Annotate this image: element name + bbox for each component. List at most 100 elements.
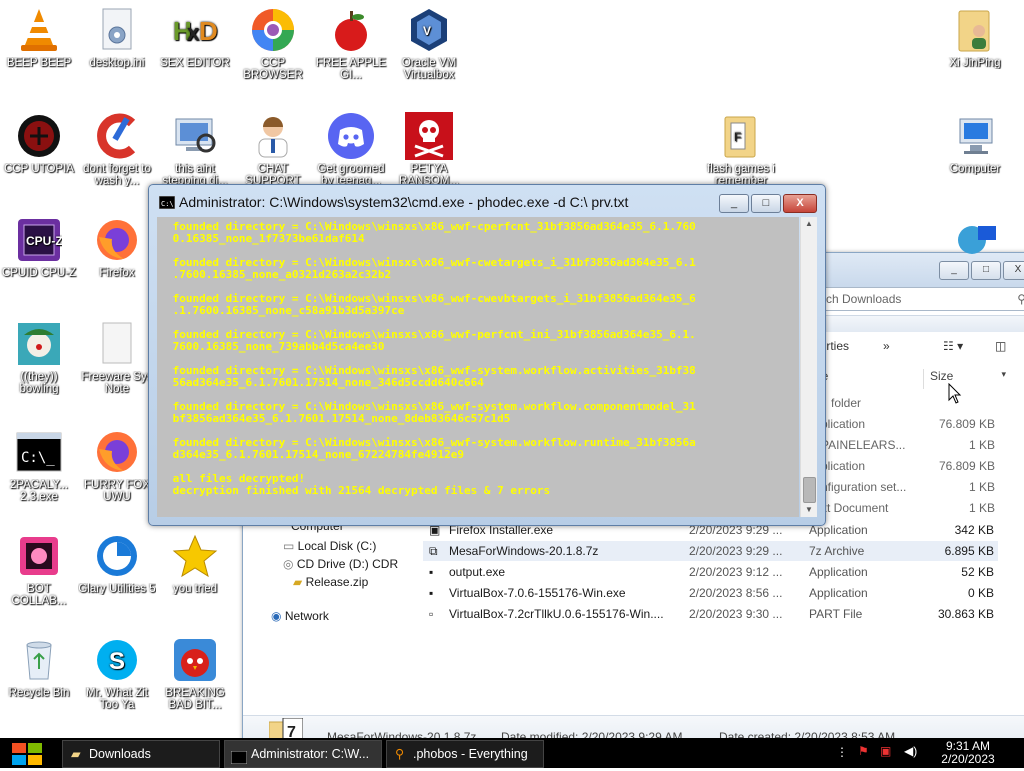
console-line: 7600.16385_none_739abb4d5ca4ee30	[166, 340, 385, 353]
desktop-icon-discord[interactable]: Get groomed by teenag...	[312, 112, 390, 187]
table-row[interactable]: ▪ VirtualBox-7.0.6-155176-Win.exe 2/20/2…	[423, 583, 998, 603]
desktop-icon-ccleaner[interactable]: dont forget to wash y...	[78, 112, 156, 187]
cd-drive-icon: ◎	[283, 557, 297, 571]
table-row[interactable]: ▪ output.exe 2/20/2023 9:12 ... Applicat…	[423, 562, 998, 582]
glary-icon	[93, 532, 141, 580]
table-row[interactable]: ▫ VirtualBox-7.2crTllkU.0.6-155176-Win..…	[423, 604, 998, 624]
support-person-icon	[249, 112, 297, 160]
preview-pane-icon[interactable]: ◫	[995, 339, 1006, 353]
drive-icon: ▭	[283, 539, 298, 553]
cmd-window[interactable]: C:\ Administrator: C:\Windows\system32\c…	[148, 184, 826, 526]
desktop-icon-ccp-utopia[interactable]: CCP UTOPIA	[0, 112, 78, 175]
search-icon: ⚲	[395, 747, 405, 761]
nav-network[interactable]: ◉ Network	[271, 609, 329, 623]
skull-icon	[405, 112, 453, 160]
clock[interactable]: 9:31 AM 2/20/2023	[932, 740, 1004, 766]
desktop-icon-xi-jinping[interactable]: Xi JinPing	[936, 6, 1014, 69]
computer-icon	[951, 112, 999, 160]
star-icon	[171, 532, 219, 580]
angry-bird-icon	[171, 636, 219, 684]
taskbar-downloads[interactable]: ▰ Downloads	[62, 740, 220, 768]
cmd-window-title: Administrator: C:\Windows\system32\cmd.e…	[179, 194, 629, 210]
column-header-size[interactable]: Size ▾	[923, 369, 1010, 389]
recycle-bin-icon	[15, 636, 63, 684]
list-item[interactable]: PAINELEARS... 1 KB	[815, 435, 995, 456]
settings-file-icon	[93, 6, 141, 54]
desktop-icon-virtualbox[interactable]: V Oracle VM Virtualbox	[390, 6, 468, 81]
svg-text:V: V	[423, 24, 431, 38]
svg-text:D: D	[199, 16, 218, 46]
search-input[interactable]: rch Downloads ⚲	[815, 287, 1024, 311]
desktop-icon-ccp-browser[interactable]: CCP BROWSER	[234, 6, 312, 81]
desktop-icon-flash-games[interactable]: F flash games i remember	[702, 112, 780, 187]
console-app-icon: C:\_	[15, 428, 63, 476]
folder-icon: F	[717, 112, 765, 160]
skype-icon: S	[93, 636, 141, 684]
taskbar-everything[interactable]: ⚲ .phobos - Everything	[386, 740, 544, 768]
desktop-icon-network-partial[interactable]	[936, 214, 1014, 265]
desktop-icon-computer-scan[interactable]: this aint stepping di...	[156, 112, 234, 187]
taskbar-cmd[interactable]: Administrator: C:\W...	[224, 740, 382, 768]
desktop-icon-you-tried[interactable]: you tried	[156, 532, 234, 595]
desktop-icon-furry-fox[interactable]: FURRY FOX UWU	[78, 428, 156, 503]
scroll-down-arrow-icon[interactable]: ▼	[801, 503, 817, 517]
cmd-maximize-button[interactable]: □	[751, 194, 781, 213]
svg-text:S: S	[109, 648, 125, 675]
list-item[interactable]: xt Document 1 KB	[815, 498, 995, 519]
desktop-icon-sex-editor[interactable]: HxD SEX EDITOR	[156, 6, 234, 69]
view-options-icon[interactable]: ☷ ▾	[943, 339, 963, 353]
clown-icon	[15, 320, 63, 368]
desktop-icon-bot-collab[interactable]: BOT COLLAB...	[0, 532, 78, 607]
svg-text:CPU-Z: CPU-Z	[26, 234, 62, 248]
desktop-icon-they-bowling[interactable]: ((they)) bowling	[0, 320, 78, 395]
desktop-icon-freeware-sys-note[interactable]: Freeware Sys Note	[78, 320, 156, 395]
desktop-icon-cpuz[interactable]: CPU-Z CPUID CPU-Z	[0, 216, 78, 279]
cmd-icon	[230, 747, 248, 767]
nav-release-zip[interactable]: ▰ Release.zip	[293, 575, 368, 589]
desktop-icon-petya[interactable]: PETYA RANSOM...	[390, 112, 468, 187]
desktop-icon-recycle-bin[interactable]: Recycle Bin	[0, 636, 78, 699]
desktop-icon-beep-beep[interactable]: BEEP BEEP	[0, 6, 78, 69]
scroll-up-arrow-icon[interactable]: ▲	[801, 217, 817, 231]
pink-box-icon	[15, 532, 63, 580]
desktop-icon-free-apple[interactable]: FREE APPLE GI...	[312, 6, 390, 81]
action-center-flag-icon[interactable]: ⚑	[858, 744, 869, 758]
cmd-minimize-button[interactable]: _	[719, 194, 749, 213]
desktop-icon-glary[interactable]: Glary Utilities 5	[78, 532, 156, 595]
svg-text:C:\: C:\	[161, 200, 174, 208]
table-row[interactable]: ⧉ MesaForWindows-20.1.8.7z 2/20/2023 9:2…	[423, 541, 998, 561]
mouse-cursor-icon	[948, 382, 962, 408]
desktop-icon-2pacaly[interactable]: C:\_ 2PACALY... 2.3.exe	[0, 428, 78, 503]
list-item[interactable]: plication 76.809 KB	[815, 456, 995, 477]
nav-cd-drive[interactable]: ◎ CD Drive (D:) CDR	[283, 557, 398, 571]
desktop-icon-firefox[interactable]: Firefox	[78, 216, 156, 279]
more-commands-button[interactable]: »	[883, 339, 890, 353]
cmd-close-button[interactable]: X	[783, 194, 817, 213]
list-item[interactable]: plication 76.809 KB	[815, 414, 995, 435]
list-item[interactable]: nfiguration set... 1 KB	[815, 477, 995, 498]
firefox-icon	[93, 428, 141, 476]
console-line: d364e35_6.1.7601.17514_none_67224784fe49…	[166, 448, 465, 461]
network-error-icon[interactable]: ▣	[880, 744, 891, 758]
user-folder-icon	[951, 6, 999, 54]
application-icon: ▪	[429, 565, 434, 579]
desktop-icon-chat-support[interactable]: CHAT SUPPORT	[234, 112, 312, 187]
console-output[interactable]: founded directory = C:\Windows\winsxs\x8…	[157, 217, 799, 517]
zip-folder-icon: ▰	[293, 575, 306, 589]
scroll-thumb[interactable]	[803, 477, 816, 503]
list-item[interactable]: folder	[815, 393, 995, 414]
start-button[interactable]	[10, 740, 44, 771]
desktop-icon-breaking-bad[interactable]: BREAKING BAD BIT...	[156, 636, 234, 711]
tray-overflow-icon[interactable]: ⋮	[836, 745, 848, 759]
taskbar: ▰ Downloads Administrator: C:\W... ⚲ .ph…	[0, 738, 1024, 768]
network-icon: ◉	[271, 609, 285, 623]
desktop-icon-computer[interactable]: Computer	[936, 112, 1014, 175]
desktop-icon-desktop-ini[interactable]: desktop.ini	[78, 6, 156, 69]
nav-local-disk[interactable]: ▭ Local Disk (C:)	[283, 539, 376, 553]
desktop-icon-skype[interactable]: S Mr. What Zit Too Ya	[78, 636, 156, 711]
cmd-icon: C:\	[158, 195, 176, 212]
volume-icon[interactable]: ◀)	[904, 744, 917, 758]
search-icon: ⚲	[1017, 292, 1024, 306]
console-scrollbar[interactable]: ▲ ▼	[800, 217, 817, 517]
console-line: .7600.16385_none_a0321d263a2c32b2	[166, 268, 392, 281]
